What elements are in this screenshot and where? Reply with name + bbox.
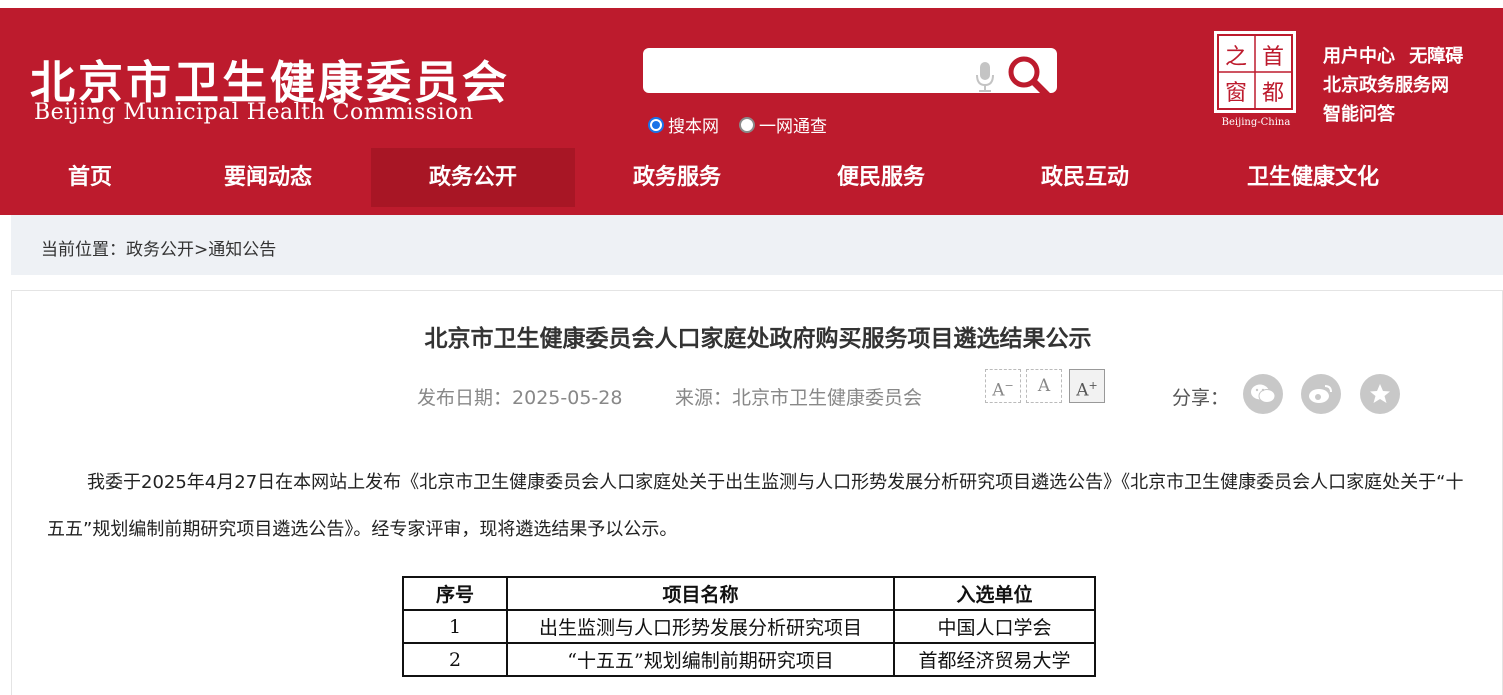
top-links: 用户中心 无障碍 北京政务服务网 智能问答: [1323, 42, 1463, 129]
breadcrumb-link-gov-affairs[interactable]: 政务公开: [126, 240, 194, 260]
nav-item-home[interactable]: 首页: [30, 148, 150, 207]
table-header-index: 序号: [402, 576, 508, 611]
nav-item-gov-affairs-open[interactable]: 政务公开: [371, 148, 575, 207]
seal-char-1: 首: [1262, 45, 1284, 70]
font-size-default-button[interactable]: A: [1026, 369, 1062, 403]
article-panel: 北京市卫生健康委员会人口家庭处政府购买服务项目遴选结果公示 发布日期：2025-…: [11, 290, 1503, 695]
main-nav: 首页 要闻动态 政务公开 政务服务 便民服务 政民互动 卫生健康文化: [0, 148, 1503, 207]
publish-date-label: 发布日期：: [417, 387, 513, 409]
table-header-row: 序号 项目名称 入选单位: [402, 576, 1096, 611]
radio-button-checked[interactable]: [648, 116, 664, 133]
search-scope-all-label: 一网通查: [759, 117, 827, 137]
user-center-link[interactable]: 用户中心: [1323, 46, 1395, 67]
table-row: 1 出生监测与人口形势发展分析研究项目 中国人口学会: [402, 609, 1096, 644]
publish-date-value: 2025-05-28: [512, 387, 623, 409]
radio-button-unchecked[interactable]: [739, 116, 755, 133]
breadcrumb-link-notices[interactable]: 通知公告: [208, 240, 276, 260]
weibo-icon[interactable]: [1301, 374, 1341, 414]
table-cell-project: “十五五”规划编制前期研究项目: [506, 642, 895, 677]
article-paragraph: 我委于2025年4月27日在本网站上发布《北京市卫生健康委员会人口家庭处关于出生…: [47, 472, 1464, 540]
seal-caption: Beijing-China: [1222, 117, 1291, 128]
breadcrumb: 当前位置：政务公开>通知公告: [41, 235, 276, 260]
table-cell-unit: 首都经济贸易大学: [893, 642, 1096, 677]
table-cell-project: 出生监测与人口形势发展分析研究项目: [506, 609, 895, 644]
table-cell-index: 1: [402, 609, 508, 644]
table-header-unit: 入选单位: [893, 576, 1096, 611]
breadcrumb-separator: >: [194, 240, 209, 260]
breadcrumb-bar: 当前位置：政务公开>通知公告: [11, 215, 1503, 275]
source-label: 来源：: [675, 387, 733, 409]
search-scope-all[interactable]: 一网通查: [739, 112, 827, 137]
search-scope-site-label: 搜本网: [668, 117, 719, 137]
seal-char-2: 之: [1225, 45, 1247, 70]
table-header-project: 项目名称: [506, 576, 895, 611]
search-input[interactable]: [643, 48, 1057, 93]
table-cell-unit: 中国人口学会: [893, 609, 1096, 644]
nav-item-gov-services[interactable]: 政务服务: [597, 148, 757, 207]
breadcrumb-prefix: 当前位置：: [41, 240, 126, 260]
font-size-increase-button[interactable]: A+: [1069, 369, 1105, 403]
publish-date: 发布日期：2025-05-28: [417, 383, 622, 410]
nav-item-news[interactable]: 要闻动态: [188, 148, 348, 207]
search-icon[interactable]: [1006, 54, 1052, 100]
site-logo-english[interactable]: Beijing Municipal Health Commission: [34, 100, 474, 125]
article-source: 来源：北京市卫生健康委员会: [675, 383, 922, 410]
results-table: 序号 项目名称 入选单位 1 出生监测与人口形势发展分析研究项目 中国人口学会 …: [402, 576, 1096, 677]
share-label: 分享：: [1172, 387, 1230, 409]
capital-window-seal-icon[interactable]: 首 之 都 窗 Beijing-China: [1213, 30, 1299, 128]
favorite-icon[interactable]: [1360, 374, 1400, 414]
nav-item-public-services[interactable]: 便民服务: [801, 148, 961, 207]
smart-qa-link[interactable]: 智能问答: [1323, 104, 1395, 125]
seal-char-4: 窗: [1225, 81, 1247, 106]
nav-item-interaction[interactable]: 政民互动: [1005, 148, 1165, 207]
nav-item-health-culture[interactable]: 卫生健康文化: [1222, 148, 1404, 207]
seal-char-3: 都: [1262, 81, 1284, 106]
microphone-icon[interactable]: [976, 61, 994, 93]
source-value: 北京市卫生健康委员会: [732, 387, 923, 409]
gov-service-link[interactable]: 北京政务服务网: [1323, 75, 1449, 96]
article-title: 北京市卫生健康委员会人口家庭处政府购买服务项目遴选结果公示: [424, 326, 1092, 352]
wechat-icon[interactable]: [1243, 374, 1283, 414]
table-cell-index: 2: [402, 642, 508, 677]
accessibility-link[interactable]: 无障碍: [1409, 46, 1463, 67]
font-size-decrease-button[interactable]: A−: [985, 369, 1021, 403]
table-row: 2 “十五五”规划编制前期研究项目 首都经济贸易大学: [402, 642, 1096, 677]
search-scope-site[interactable]: 搜本网: [648, 112, 719, 137]
